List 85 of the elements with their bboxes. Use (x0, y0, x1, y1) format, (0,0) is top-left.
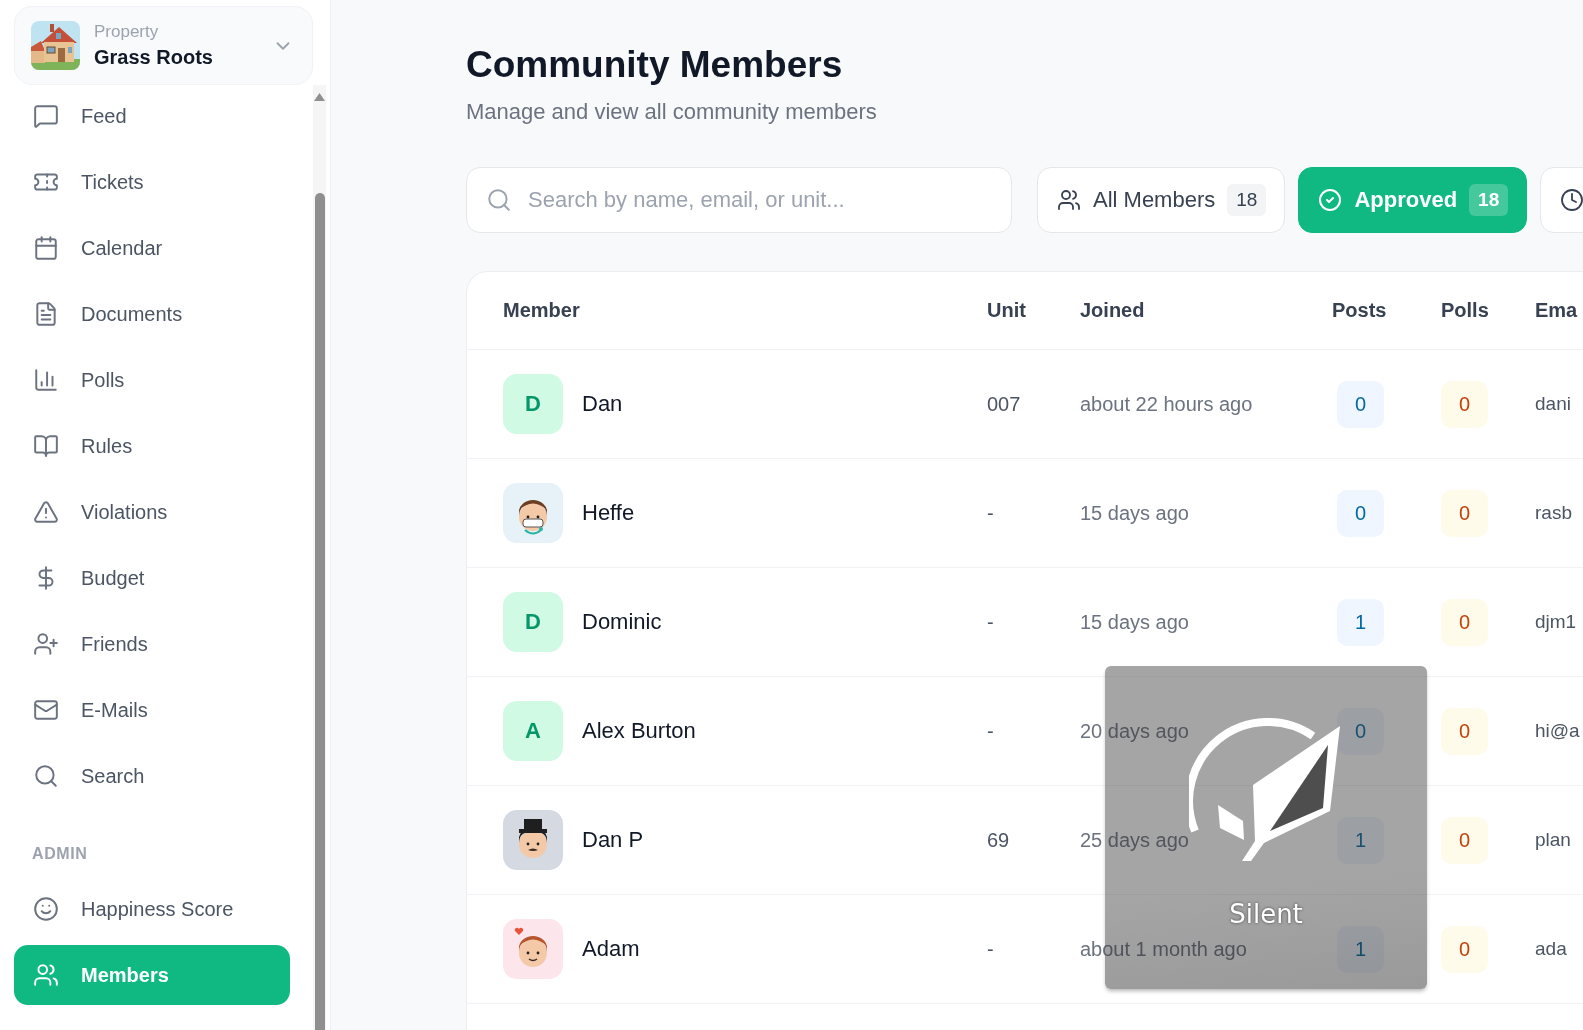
users-icon (33, 962, 59, 988)
initial-avatar: A (503, 701, 563, 761)
member-name: Dominic (582, 609, 662, 635)
email-cell: dani (1535, 393, 1571, 415)
clock-icon (1560, 188, 1583, 212)
polls-count: 0 (1441, 598, 1488, 646)
email-cell: plan (1535, 829, 1571, 851)
sidebar-item[interactable]: Violations (14, 482, 290, 542)
posts-count: 0 (1337, 707, 1384, 755)
sidebar-item[interactable]: Happiness Score (14, 879, 290, 939)
sidebar-item[interactable]: Budget (14, 548, 290, 608)
sidebar-item[interactable]: E-Mails (14, 680, 290, 740)
calendar-icon (33, 235, 59, 261)
scroll-up-arrow-icon[interactable] (314, 93, 325, 101)
document-icon (33, 301, 59, 327)
scrollbar-thumb[interactable] (314, 193, 325, 1030)
users-icon (1057, 188, 1081, 212)
unit-cell: 007 (987, 392, 1021, 416)
property-caption: Property (94, 22, 160, 42)
smiley-icon (33, 896, 59, 922)
property-switcher[interactable]: Property Grass Roots (14, 6, 313, 85)
polls-count: 0 (1441, 489, 1488, 537)
search-icon (33, 763, 59, 789)
sidebar-item[interactable]: Search (14, 746, 290, 806)
member-name: Dan P (582, 827, 644, 853)
email-cell: rasb (1535, 502, 1572, 524)
unit-cell: 69 (987, 828, 1010, 852)
warning-icon (33, 499, 59, 525)
search-field[interactable]: Search by name, email, or unit... (466, 167, 1012, 233)
polls-count: 0 (1441, 816, 1488, 864)
bar-chart-icon (33, 367, 59, 393)
open-book-icon (33, 433, 59, 459)
joined-cell: 15 days ago (1080, 610, 1189, 634)
chat-bubble-icon (33, 103, 59, 129)
initial-avatar: D (503, 374, 563, 434)
unit-cell: - (987, 937, 994, 961)
joined-cell: about 22 hours ago (1080, 392, 1253, 416)
posts-count: 0 (1337, 380, 1384, 428)
column-header: Member (503, 299, 580, 322)
page-title: Community Members (466, 43, 843, 87)
member-name: Alex Burton (582, 718, 696, 744)
column-header: Posts (1332, 299, 1387, 322)
sidebar-item[interactable]: Tickets (14, 152, 290, 212)
sidebar-item[interactable]: Feed (14, 86, 290, 146)
mail-icon (33, 697, 59, 723)
column-header: Ema (1535, 299, 1578, 322)
posts-count: 1 (1337, 598, 1384, 646)
sidebar-item[interactable]: Polls (14, 350, 290, 410)
count-badge: 18 (1469, 184, 1509, 216)
sidebar-item[interactable]: Documents (14, 284, 290, 344)
posts-count: 1 (1337, 816, 1384, 864)
polls-count: 0 (1441, 380, 1488, 428)
posts-count: 0 (1337, 489, 1384, 537)
posts-count: 1 (1337, 925, 1384, 973)
sidebar-item[interactable]: Calendar (14, 218, 290, 278)
section-heading: ADMIN (32, 845, 88, 863)
house-icon (31, 21, 80, 70)
joined-cell: 20 days ago (1080, 719, 1189, 743)
email-cell: hi@a (1535, 720, 1580, 742)
property-name: Grass Roots (94, 45, 214, 69)
email-cell: djm1 (1535, 611, 1577, 633)
unit-cell: - (987, 501, 994, 525)
email-cell: ada (1535, 938, 1567, 960)
filter-tab[interactable]: All Members 18 (1037, 167, 1286, 233)
search-icon (486, 187, 512, 213)
unit-cell: - (987, 719, 994, 743)
add-user-icon (33, 631, 59, 657)
unit-cell: - (987, 610, 994, 634)
column-header: Unit (987, 299, 1026, 322)
check-circle-icon (1318, 188, 1343, 212)
page-subtitle: Manage and view all community members (466, 99, 877, 125)
polls-count: 0 (1441, 707, 1488, 755)
polls-count: 0 (1441, 925, 1488, 973)
joined-cell: 25 days ago (1080, 828, 1189, 852)
count-badge: 18 (1227, 184, 1267, 216)
joined-cell: 15 days ago (1080, 501, 1189, 525)
column-header: Polls (1441, 299, 1489, 322)
sidebar-item[interactable]: Rules (14, 416, 290, 476)
member-name: Dan (582, 391, 623, 417)
overlay-label: Silent (1229, 898, 1303, 930)
initial-avatar: D (503, 592, 563, 652)
member-name: Heffe (582, 500, 635, 526)
member-name: Adam (582, 936, 640, 962)
sidebar-item[interactable]: Friends (14, 614, 290, 674)
column-header: Joined (1080, 299, 1145, 322)
